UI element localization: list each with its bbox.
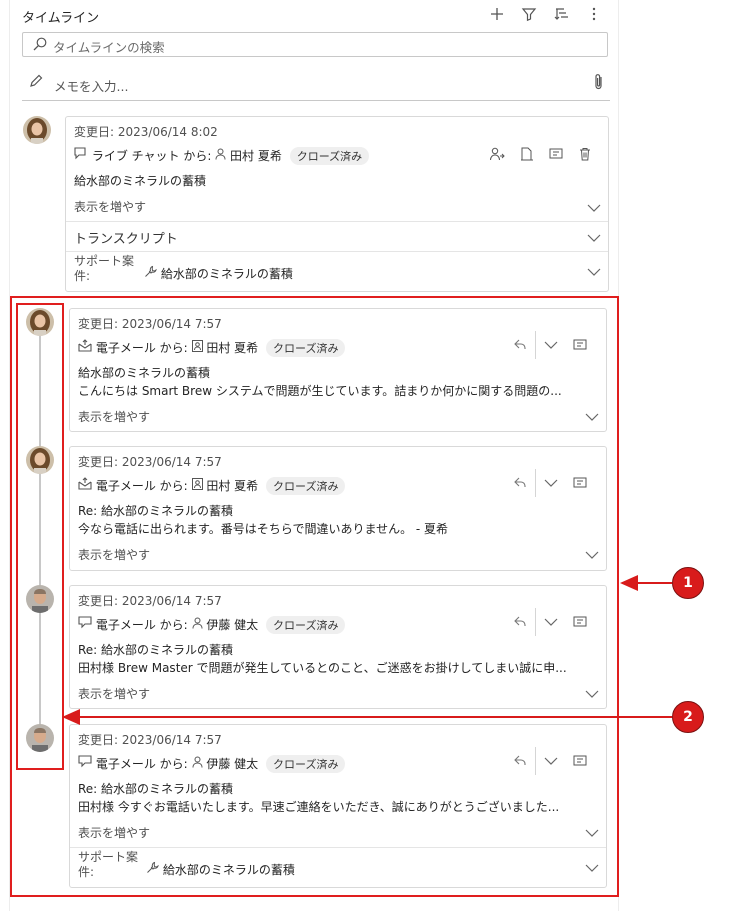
from-name[interactable]: 田村 夏希 xyxy=(230,149,282,163)
activity-source: ライブ チャット から: 田村 夏希 クローズ済み xyxy=(74,147,370,165)
wrench-icon xyxy=(144,265,161,281)
search-icon xyxy=(32,36,48,55)
more-options-icon[interactable] xyxy=(585,5,603,23)
callout-badge-1: 1 xyxy=(672,567,704,599)
timeline-search-input[interactable]: タイムラインの検索 xyxy=(22,32,608,57)
delete-icon[interactable] xyxy=(576,145,594,163)
chat-icon xyxy=(74,147,92,163)
filter-icon[interactable] xyxy=(520,5,538,23)
case-value[interactable]: 給水部のミネラルの蓄積 xyxy=(161,267,293,281)
note-input[interactable]: メモを入力... xyxy=(22,68,610,101)
timeline-card-live-chat[interactable]: 変更日: 2023/06/14 8:02 ライブ チャット から: 田村 夏希 … xyxy=(65,116,609,292)
callout-badge-2: 2 xyxy=(672,701,704,733)
modified-date: 変更日: 2023/06/14 8:02 xyxy=(74,125,218,139)
show-more-label[interactable]: 表示を増やす xyxy=(74,198,146,215)
attachment-icon[interactable] xyxy=(592,73,606,94)
note-placeholder: メモを入力... xyxy=(54,79,129,94)
search-placeholder: タイムラインの検索 xyxy=(53,40,165,55)
queue-icon[interactable] xyxy=(518,145,536,163)
sort-icon[interactable] xyxy=(553,5,571,23)
from-label: ライブ チャット から: xyxy=(91,149,212,163)
avatar-female xyxy=(23,116,51,144)
person-icon xyxy=(215,148,230,163)
highlight-box-avatar-column xyxy=(16,303,64,770)
assign-icon[interactable] xyxy=(488,145,506,163)
transcript-label[interactable]: トランスクリプト xyxy=(74,228,178,247)
activity-subject: 給水部のミネラルの蓄積 xyxy=(74,174,207,188)
timeline-title: タイムライン xyxy=(22,11,100,26)
chevron-down-icon[interactable] xyxy=(586,200,602,216)
chevron-down-icon[interactable] xyxy=(586,264,602,280)
pencil-icon xyxy=(28,73,44,92)
convert-icon[interactable] xyxy=(547,145,565,163)
add-icon[interactable] xyxy=(488,5,506,23)
highlight-box-timeline-records xyxy=(10,296,619,897)
chevron-down-icon[interactable] xyxy=(586,230,602,246)
case-label: サポート案件: xyxy=(74,254,135,283)
status-badge: クローズ済み xyxy=(289,147,370,165)
case-link[interactable]: 給水部のミネラルの蓄積 xyxy=(144,265,293,282)
